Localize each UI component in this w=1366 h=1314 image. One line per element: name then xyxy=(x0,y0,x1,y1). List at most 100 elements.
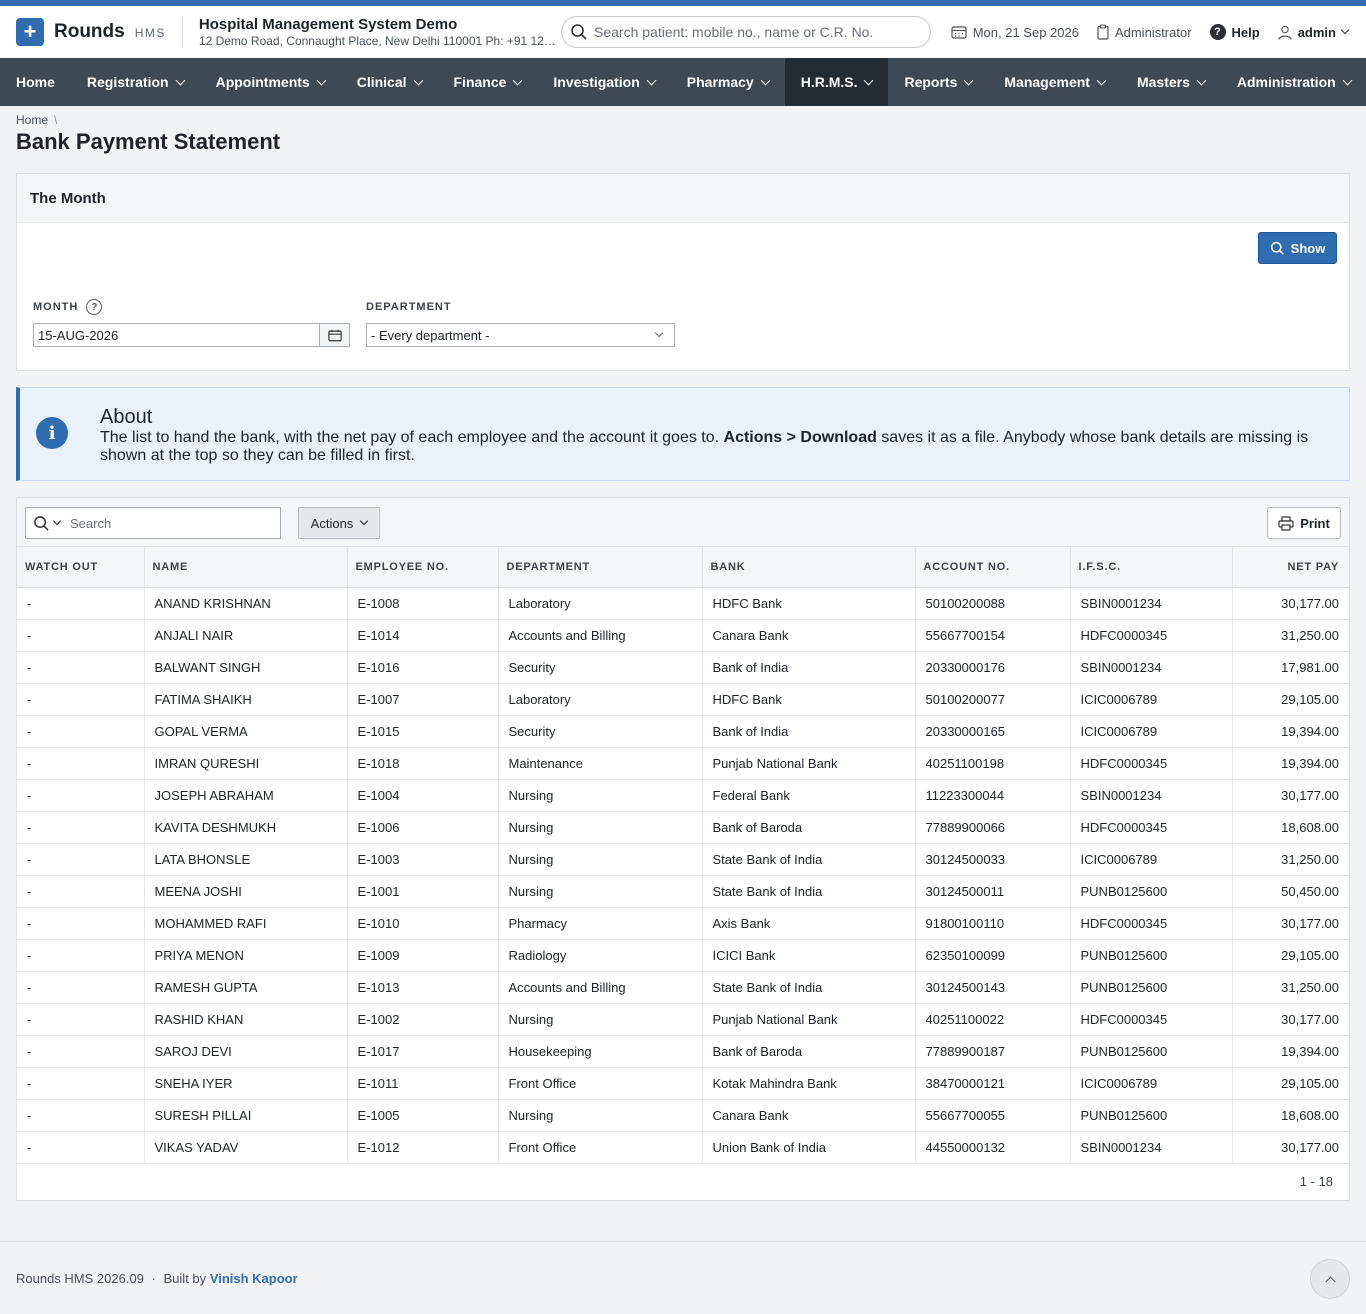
plus-icon[interactable]: + xyxy=(16,18,44,46)
about-callout: i About The list to hand the bank, with … xyxy=(16,387,1350,481)
table-body: - ANAND KRISHNAN E-1008 Laboratory HDFC Bank… xyxy=(17,587,1349,1164)
table-row[interactable]: - SAROJ DEVI E-1017 Housekeeping Bank of Bar… xyxy=(17,1035,1349,1068)
table-cell: E-1017 xyxy=(347,1035,499,1068)
table-row[interactable]: - RAMESH GUPTA E-1013 Accounts and Billing S… xyxy=(17,971,1349,1004)
table-cell: Punjab National Bank xyxy=(702,1003,916,1036)
table-cell: PUNB0125600 xyxy=(1070,971,1233,1004)
table-cell: SBIN0001234 xyxy=(1070,651,1233,684)
table-row[interactable]: - VIKAS YADAV E-1012 Front Office Union Bank… xyxy=(17,1131,1349,1164)
grid-search xyxy=(25,507,281,539)
table-row[interactable]: - SURESH PILLAI E-1005 Nursing Canara Bank 55… xyxy=(17,1099,1349,1132)
table-row[interactable]: - IMRAN QURESHI E-1018 Maintenance Punjab Na… xyxy=(17,747,1349,780)
table-row[interactable]: - MOHAMMED RAFI E-1010 Pharmacy Axis Bank 918… xyxy=(17,907,1349,940)
question-icon[interactable]: ? xyxy=(86,299,103,315)
hospital-address: 12 Demo Road, Connaught Place, New Delhi… xyxy=(198,34,559,48)
table-cell: Bank of Baroda xyxy=(702,811,916,844)
nav-item-h-r-m-s[interactable]: H.R.M.S. xyxy=(784,58,889,106)
table-cell: SBIN0001234 xyxy=(1070,1131,1233,1164)
nav-item-investigation[interactable]: Investigation xyxy=(537,58,670,106)
table-cell: Front Office xyxy=(498,1131,703,1164)
breadcrumb-home[interactable]: Home xyxy=(16,113,48,127)
column-header[interactable]: DEPARTMENT xyxy=(498,547,703,588)
user-name: admin xyxy=(1297,24,1336,40)
column-header[interactable]: BANK xyxy=(702,547,916,588)
table-row[interactable]: - BALWANT SINGH E-1016 Security Bank of Indi… xyxy=(17,651,1349,684)
chevron-down-icon xyxy=(646,75,657,85)
table-cell: 30124500033 xyxy=(915,843,1071,876)
nav-item-pharmacy[interactable]: Pharmacy xyxy=(671,58,785,106)
table-cell: E-1004 xyxy=(347,779,499,812)
table-row[interactable]: - RASHID KHAN E-1002 Nursing Punjab National… xyxy=(17,1003,1349,1036)
nav-item-registration[interactable]: Registration xyxy=(71,58,200,106)
actions-button[interactable]: Actions xyxy=(298,507,380,539)
table-row[interactable]: - MEENA JOSHI E-1001 Nursing State Bank of I… xyxy=(17,875,1349,908)
table-row[interactable]: - JOSEPH ABRAHAM E-1004 Nursing Federal Bank… xyxy=(17,779,1349,812)
table-cell: Radiology xyxy=(498,939,703,972)
column-header[interactable]: NET PAY xyxy=(1232,547,1349,588)
table-cell: 31,250.00 xyxy=(1232,971,1349,1004)
role-switcher[interactable]: Administrator xyxy=(1097,24,1192,40)
chevron-down-icon[interactable] xyxy=(52,516,62,526)
department-select[interactable]: - Every department - xyxy=(366,323,675,347)
table-row[interactable]: - FATIMA SHAIKH E-1007 Laboratory HDFC Bank 5… xyxy=(17,683,1349,716)
user-menu[interactable]: admin xyxy=(1278,24,1350,40)
table-row[interactable]: - ANJALI NAIR E-1014 Accounts and Billing Ca… xyxy=(17,619,1349,652)
table-row[interactable]: - LATA BHONSLE E-1003 Nursing State Bank of … xyxy=(17,843,1349,876)
table-cell: IMRAN QURESHI xyxy=(144,747,348,780)
nav-item-label: Registration xyxy=(86,74,169,90)
table-cell: 40251100198 xyxy=(915,747,1071,780)
grid-toolbar: Actions Print xyxy=(17,498,1349,547)
patient-search-input[interactable] xyxy=(594,24,914,40)
table-cell: Nursing xyxy=(498,1099,703,1132)
print-button[interactable]: Print xyxy=(1267,507,1341,539)
table-row[interactable]: - KAVITA DESHMUKH E-1006 Nursing Bank of Bar… xyxy=(17,811,1349,844)
table-cell: HDFC0000345 xyxy=(1070,619,1233,652)
nav-item-label: Appointments xyxy=(215,74,310,90)
author-link[interactable]: Vinish Kapoor xyxy=(210,1271,298,1286)
help-link[interactable]: ? Help xyxy=(1209,24,1260,40)
column-header[interactable]: NAME xyxy=(144,547,348,588)
nav-item-reports[interactable]: Reports xyxy=(888,58,988,106)
footer-version: Rounds HMS 2026.09 xyxy=(16,1271,144,1286)
column-header[interactable]: WATCH OUT xyxy=(17,547,145,588)
nav-item-home[interactable]: Home xyxy=(0,58,71,106)
chevron-down-icon xyxy=(963,75,974,85)
nav-item-clinical[interactable]: Clinical xyxy=(341,58,438,106)
table-cell: Axis Bank xyxy=(702,907,916,940)
nav-item-finance[interactable]: Finance xyxy=(438,58,538,106)
search-icon[interactable] xyxy=(33,515,50,532)
table-cell: HDFC0000345 xyxy=(1070,747,1233,780)
grid-search-input[interactable] xyxy=(70,515,270,531)
table-cell: - xyxy=(17,1035,145,1068)
table-cell: 18,608.00 xyxy=(1232,811,1349,844)
nav-item-management[interactable]: Management xyxy=(988,58,1121,106)
calendar-button[interactable] xyxy=(319,324,349,346)
table-cell: 44550000132 xyxy=(915,1131,1071,1164)
table-cell: State Bank of India xyxy=(702,875,916,908)
table-cell: 55667700055 xyxy=(915,1099,1071,1132)
month-input[interactable] xyxy=(34,324,320,346)
table-cell: Maintenance xyxy=(498,747,703,780)
nav-item-label: Reports xyxy=(904,74,958,90)
table-cell: MEENA JOSHI xyxy=(144,875,348,908)
month-label: MONTH ? xyxy=(33,299,103,315)
show-button[interactable]: Show xyxy=(1258,232,1337,264)
column-header[interactable]: I.F.S.C. xyxy=(1070,547,1233,588)
table-row[interactable]: - GOPAL VERMA E-1015 Security Bank of India 2… xyxy=(17,715,1349,748)
nav-item-administration[interactable]: Administration xyxy=(1221,58,1366,106)
table-row[interactable]: - ANAND KRISHNAN E-1008 Laboratory HDFC Bank… xyxy=(17,587,1349,620)
about-text-bold: Actions > Download xyxy=(723,429,877,446)
table-cell: 30124500011 xyxy=(915,875,1071,908)
nav-item-appointments[interactable]: Appointments xyxy=(200,58,341,106)
table-row[interactable]: - SNEHA IYER E-1011 Front Office Kotak Mahin… xyxy=(17,1067,1349,1100)
brand-name[interactable]: Rounds xyxy=(54,21,125,43)
nav-item-masters[interactable]: Masters xyxy=(1121,58,1221,106)
divider xyxy=(181,16,183,48)
table-cell: ICICI Bank xyxy=(702,939,916,972)
column-header[interactable]: ACCOUNT NO. xyxy=(915,547,1071,588)
scroll-top-button[interactable] xyxy=(1310,1259,1350,1299)
column-header[interactable]: EMPLOYEE NO. xyxy=(347,547,499,588)
chevron-down-icon xyxy=(413,75,423,85)
table-cell: PRIYA MENON xyxy=(144,939,348,972)
table-row[interactable]: - PRIYA MENON E-1009 Radiology ICICI Bank 623… xyxy=(17,939,1349,972)
